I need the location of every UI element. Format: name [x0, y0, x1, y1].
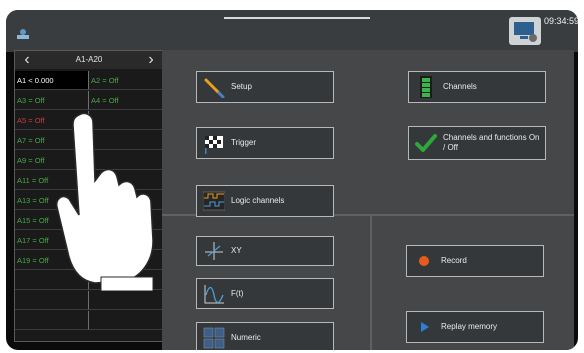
setup-label: Setup: [231, 82, 252, 91]
logic-channels-label: Logic channels: [231, 196, 285, 205]
numeric-grid-icon: [203, 327, 225, 348]
setup-button[interactable]: Setup: [196, 71, 334, 103]
logic-waveform-icon: [203, 191, 225, 211]
replay-memory-label: Replay memory: [441, 322, 498, 331]
channel-cell[interactable]: A3 = Off: [15, 91, 89, 110]
channels-icon: [420, 76, 432, 98]
channel-cell[interactable]: [89, 311, 163, 330]
channel-cell-a1[interactable]: A1 < 0.000: [15, 71, 89, 90]
status-bar: 09:34:59: [6, 10, 578, 52]
screwdriver-icon: [204, 78, 225, 98]
record-label: Record: [441, 256, 467, 265]
xy-label: XY: [231, 246, 242, 255]
channels-functions-label: Channels and functions On / Off: [443, 133, 540, 152]
xy-axes-icon: [205, 242, 223, 260]
channel-a1-comparator: <: [28, 76, 33, 85]
channel-cell[interactable]: A4 = Off: [89, 91, 163, 110]
main-menu-area: Setup Channels Trigger Channels and func…: [162, 50, 574, 350]
pointing-hand-icon: [55, 112, 154, 291]
trigger-label: Trigger: [231, 138, 257, 147]
ft-button[interactable]: F(t): [196, 278, 334, 309]
channels-label: Channels: [443, 82, 477, 91]
next-range-button[interactable]: ›: [143, 51, 159, 69]
channel-cell[interactable]: [89, 291, 163, 310]
monitor-settings-icon[interactable]: [508, 16, 542, 46]
channel-cell[interactable]: [15, 311, 89, 330]
replay-memory-button[interactable]: Replay memory: [406, 311, 544, 343]
numeric-label: Numeric: [231, 332, 261, 342]
app-menu-icon[interactable]: [16, 28, 30, 40]
ft-label: F(t): [231, 288, 244, 298]
record-dot-icon: [419, 256, 429, 266]
device-screen: 09:34:59 ‹ A1-A20 › A1 < 0.000 A2 = Off A…: [6, 10, 578, 350]
section-divider-vertical: [370, 216, 372, 350]
channels-button[interactable]: Channels: [408, 71, 546, 103]
channel-a1-label: A1: [17, 76, 27, 85]
channel-a1-value: 0.000: [34, 76, 54, 85]
checkmark-icon: [415, 134, 437, 152]
xy-button[interactable]: XY: [196, 236, 334, 266]
trigger-button[interactable]: Trigger: [196, 127, 334, 159]
checkered-flag-icon: [205, 136, 223, 154]
numeric-button[interactable]: Numeric: [196, 322, 334, 350]
channel-list-panel: ‹ A1-A20 › A1 < 0.000 A2 = Off A3 = Off A4…: [14, 50, 164, 342]
channel-range-title: A1-A20: [75, 55, 103, 64]
channel-cell[interactable]: [15, 291, 89, 310]
prev-range-button[interactable]: ‹: [19, 51, 35, 69]
play-icon: [421, 322, 429, 332]
clock: 09:34:59: [544, 16, 578, 26]
channel-cell[interactable]: A2 = Off: [89, 71, 163, 90]
record-button[interactable]: Record: [406, 245, 544, 277]
channel-range-nav: ‹ A1-A20 ›: [15, 51, 163, 69]
sine-wave-icon: [204, 284, 224, 303]
top-indicator-line: [224, 17, 370, 19]
logic-channels-button[interactable]: Logic channels: [196, 185, 334, 217]
channels-functions-button[interactable]: Channels and functions On / Off: [408, 126, 546, 160]
